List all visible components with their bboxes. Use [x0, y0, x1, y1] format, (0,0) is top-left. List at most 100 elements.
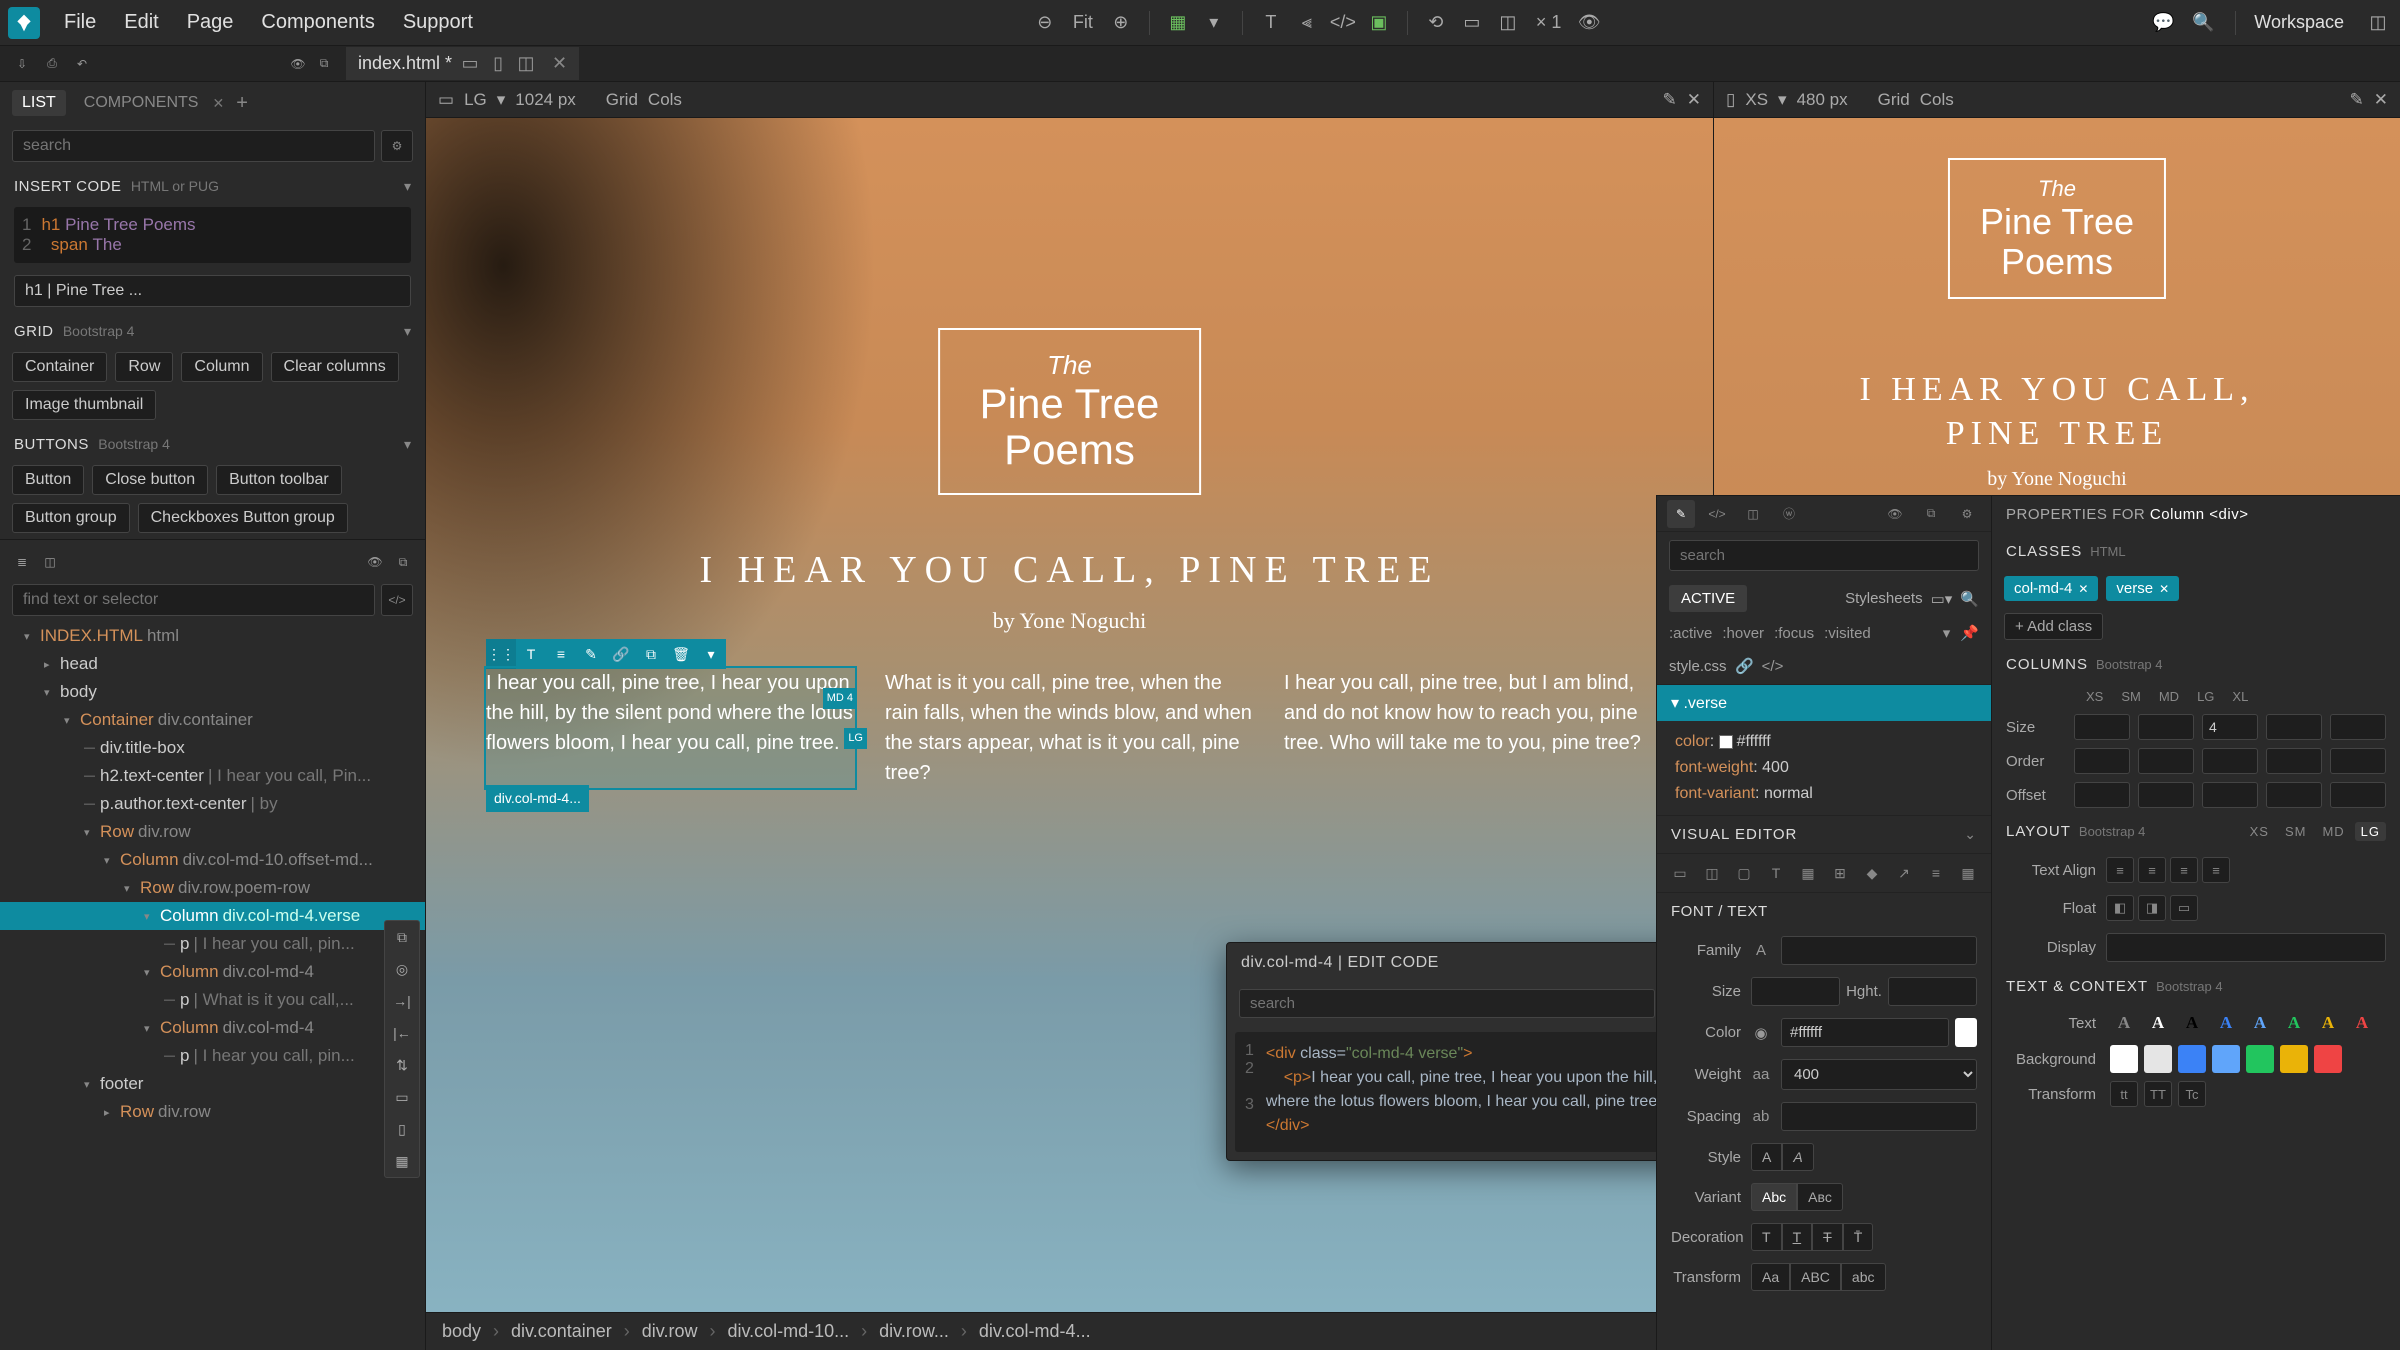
remove-class-icon[interactable]: ✕ [2159, 582, 2169, 596]
float-none-button[interactable]: ▭ [2170, 895, 2198, 921]
size-xs-input[interactable] [2074, 714, 2130, 740]
float-left-button[interactable]: ◧ [2106, 895, 2134, 921]
add-class-button[interactable]: + Add class [2004, 613, 2103, 640]
print-icon[interactable]: ⎙ [42, 54, 62, 74]
transform-cap-button[interactable]: Aa [1751, 1263, 1790, 1291]
verse-2[interactable]: What is it you call, pine tree, when the… [885, 668, 1254, 788]
grid-chip-container[interactable]: Container [12, 352, 107, 382]
float-right-button[interactable]: ◨ [2138, 895, 2166, 921]
panel-tab-wp-icon[interactable]: ⓦ [1775, 500, 1803, 528]
align-right-button[interactable]: ≡ [2170, 857, 2198, 883]
transform-lower-button[interactable]: abc [1841, 1263, 1886, 1291]
tree-row1[interactable]: ▾Row div.row [0, 818, 425, 846]
ve-flex-icon[interactable]: ⊞ [1827, 860, 1853, 886]
left-search-input[interactable] [12, 130, 375, 162]
eye-toggle-icon[interactable]: 👁 [288, 54, 308, 74]
sel-more-icon[interactable]: ▾ [696, 639, 726, 669]
order-xs-input[interactable] [2074, 748, 2130, 774]
text-warning-swatch[interactable]: A [2314, 1009, 2342, 1037]
grid-dropdown-icon[interactable]: ▾ [1200, 9, 1228, 37]
bg-info-swatch[interactable] [2212, 1045, 2240, 1073]
pseudo-more-icon[interactable]: ▾ [1943, 624, 1951, 642]
tc-cap-button[interactable]: Tc [2178, 1081, 2206, 1107]
vp-lg-label[interactable]: LG [464, 90, 487, 110]
js-tool-icon[interactable]: ▣ [1365, 9, 1393, 37]
breakpoint-badge-lg[interactable]: LG [844, 728, 867, 749]
sel-link-icon[interactable]: 🔗 [606, 639, 636, 669]
left-tab-components[interactable]: COMPONENTS [74, 90, 209, 116]
insert-breadcrumb-field[interactable]: h1 | Pine Tree ... [14, 275, 411, 307]
ve-grid-icon[interactable]: ▦ [1955, 860, 1981, 886]
menu-edit[interactable]: Edit [112, 5, 170, 40]
variant-smallcaps-button[interactable]: Aʙᴄ [1797, 1183, 1843, 1211]
state-active-button[interactable]: ACTIVE [1669, 585, 1747, 612]
css-prop-weight[interactable]: font-weight: 400 [1675, 755, 1973, 781]
panel-settings-icon[interactable]: ⚙ [1953, 500, 1981, 528]
workspace-button[interactable]: Workspace [2254, 12, 2344, 33]
breakpoint-badge-md[interactable]: MD 4 [823, 688, 857, 709]
browser-preview-icon[interactable]: ▭ [1458, 9, 1486, 37]
vp-edit-icon[interactable]: ✎ [1663, 90, 1677, 110]
size-lg-input[interactable] [2266, 714, 2322, 740]
chevron-down-icon[interactable]: ▾ [404, 178, 411, 195]
vp-cols-toggle[interactable]: Cols [1920, 90, 1954, 110]
chevron-down-icon[interactable]: ▾ [497, 90, 506, 110]
offset-md-input[interactable] [2202, 782, 2258, 808]
spacing-input[interactable] [1781, 1102, 1977, 1131]
align-left-button[interactable]: ≡ [2106, 857, 2134, 883]
ve-text-icon[interactable]: T [1763, 860, 1789, 886]
color-input[interactable] [1781, 1018, 1949, 1047]
tree-col1[interactable]: ▾Column div.col-md-10.offset-md... [0, 846, 425, 874]
btn-chip-close[interactable]: Close button [92, 465, 208, 495]
tree-head[interactable]: ▸head [0, 650, 425, 678]
tree-search-input[interactable] [12, 584, 375, 616]
filter-icon[interactable]: ⚙ [381, 130, 413, 162]
ve-list-icon[interactable]: ≡ [1923, 860, 1949, 886]
popup-search-input[interactable] [1239, 989, 1655, 1018]
search-global-icon[interactable]: 🔍 [2189, 9, 2217, 37]
style-file-name[interactable]: style.css [1669, 658, 1727, 675]
order-xl-input[interactable] [2330, 748, 2386, 774]
tb-rect2-icon[interactable]: ▯ [385, 1113, 419, 1145]
menu-file[interactable]: File [52, 5, 108, 40]
external-preview-icon[interactable]: ◫ [1494, 9, 1522, 37]
color-picker-icon[interactable]: ◉ [1751, 1023, 1771, 1043]
device-desktop-icon[interactable]: ▭ [460, 54, 480, 74]
crumb-body[interactable]: body [442, 1321, 481, 1342]
size-sm-input[interactable] [2138, 714, 2194, 740]
layout-bp-xs[interactable]: XS [2244, 822, 2275, 841]
style-italic-button[interactable]: A [1782, 1143, 1813, 1171]
offset-xs-input[interactable] [2074, 782, 2130, 808]
layout-bp-md[interactable]: MD [2316, 822, 2350, 841]
stylesheet-search-icon[interactable]: 🔍 [1960, 590, 1979, 608]
style-file-link-icon[interactable]: 🔗 [1735, 656, 1755, 676]
tree-footer-row[interactable]: ▸Row div.row [0, 1098, 425, 1126]
tree-body[interactable]: ▾body [0, 678, 425, 706]
insert-code-editor[interactable]: 12 h1 Pine Tree Poems span The [14, 207, 411, 263]
btn-chip-checkboxes[interactable]: Checkboxes Button group [138, 503, 348, 533]
file-tab-index[interactable]: index.html * ▭ ▯ ◫ ✕ [346, 47, 579, 80]
visibility-icon[interactable]: 👁 [1575, 9, 1603, 37]
deco-strike-button[interactable]: T [1812, 1223, 1843, 1251]
left-tab-close-icon[interactable]: ✕ [212, 95, 224, 112]
weight-select[interactable]: 400 [1781, 1059, 1977, 1090]
menu-support[interactable]: Support [391, 5, 485, 40]
tc-upper-button[interactable]: TT [2144, 1081, 2172, 1107]
tree-col4[interactable]: ▾Column div.col-md-4 [0, 1014, 425, 1042]
tree-root[interactable]: ▾INDEX.HTML html [0, 622, 425, 650]
device-add-icon[interactable]: ◫ [516, 54, 536, 74]
tb-move-icon[interactable]: ⇅ [385, 1049, 419, 1081]
text-success-swatch[interactable]: A [2280, 1009, 2308, 1037]
display-input[interactable] [2106, 933, 2386, 962]
left-tab-list[interactable]: LIST [12, 90, 66, 116]
align-center-button[interactable]: ≡ [2138, 857, 2166, 883]
zoom-in-icon[interactable]: ⊕ [1107, 9, 1135, 37]
offset-sm-input[interactable] [2138, 782, 2194, 808]
style-normal-button[interactable]: A [1751, 1143, 1782, 1171]
layout-bp-lg[interactable]: LG [2355, 822, 2386, 841]
text-primary-swatch[interactable]: A [2212, 1009, 2240, 1037]
deco-underline-button[interactable]: T [1782, 1223, 1813, 1251]
bg-light-swatch[interactable] [2144, 1045, 2172, 1073]
vp-edit-icon[interactable]: ✎ [2350, 90, 2364, 110]
tree-p2[interactable]: —p | What is it you call,... [0, 986, 425, 1014]
